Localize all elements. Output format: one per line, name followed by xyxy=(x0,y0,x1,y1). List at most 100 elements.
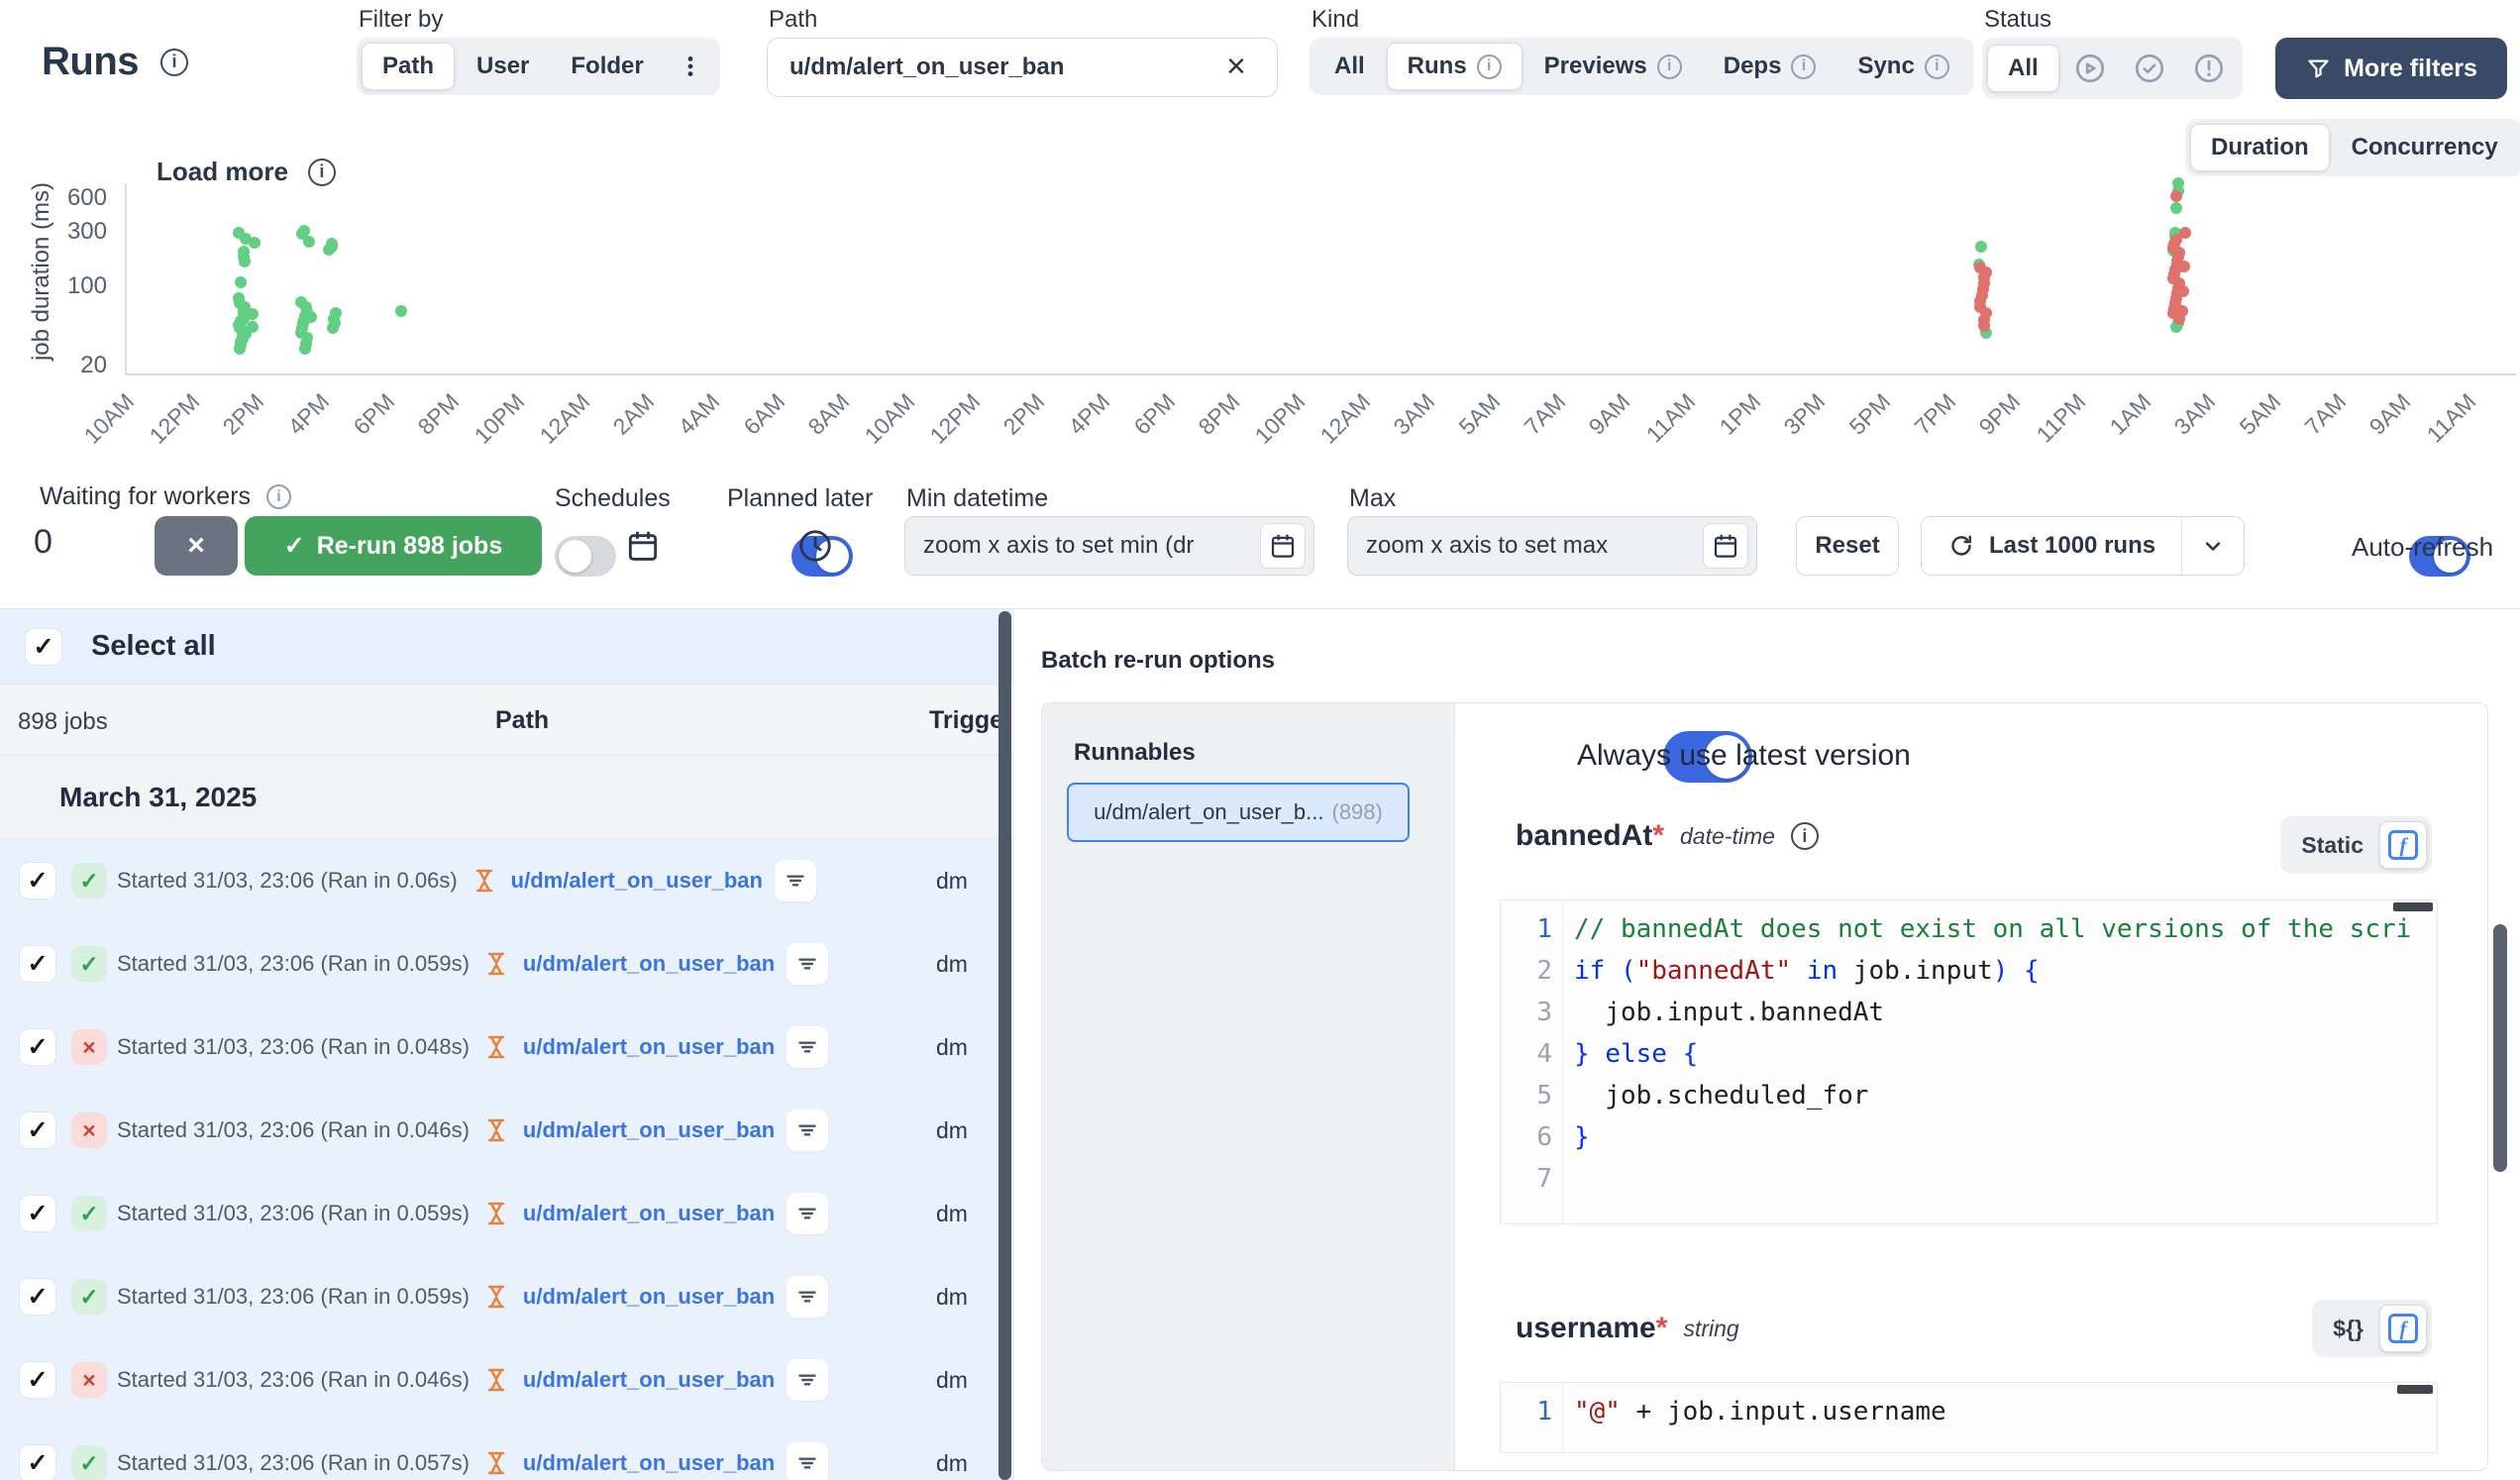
status-badge-failure: × xyxy=(71,1362,107,1398)
run-dot-failure[interactable] xyxy=(2178,261,2190,272)
run-dot-failure[interactable] xyxy=(1978,320,1990,332)
check-icon: ✓ xyxy=(284,531,305,561)
job-row[interactable]: ✓Started 31/03, 23:06 (Ran in 0.057s)u/d… xyxy=(0,1422,998,1480)
run-path-link[interactable]: u/dm/alert_on_user_ban xyxy=(523,1117,775,1143)
run-dot-success[interactable] xyxy=(299,343,311,355)
run-dot-success[interactable] xyxy=(303,236,315,248)
run-dot-failure[interactable] xyxy=(2176,305,2188,317)
run-dot-success[interactable] xyxy=(247,308,259,320)
trigger-value: dm xyxy=(936,1422,968,1480)
runs-range-dropdown[interactable] xyxy=(2182,517,2244,575)
x-tick-label: 2PM xyxy=(195,388,270,464)
run-path-link[interactable]: u/dm/alert_on_user_ban xyxy=(523,1450,775,1476)
filter-by-path-chip[interactable] xyxy=(787,1359,828,1401)
filter-by-path-chip[interactable] xyxy=(787,1193,828,1234)
run-dot-success[interactable] xyxy=(395,305,407,317)
run-dot-success[interactable] xyxy=(2170,202,2182,214)
row-checkbox[interactable] xyxy=(20,863,55,899)
editor-hscroll-thumb[interactable] xyxy=(2393,902,2433,911)
run-dot-failure[interactable] xyxy=(2170,190,2182,202)
max-datetime-label: Max xyxy=(1349,484,1396,513)
job-list-header: 898 jobs Path Trigger xyxy=(0,684,1014,756)
mode-javascript-option[interactable]: f xyxy=(2379,1305,2427,1352)
max-datetime-input[interactable] xyxy=(1347,516,1757,576)
job-row[interactable]: ×Started 31/03, 23:06 (Ran in 0.048s)u/d… xyxy=(0,1005,998,1089)
run-dot-success[interactable] xyxy=(323,244,335,256)
run-started-text: Started 31/03, 23:06 (Ran in 0.059s) xyxy=(117,1284,470,1310)
run-dot-success[interactable] xyxy=(235,276,247,288)
x-tick-label: 12PM xyxy=(910,388,986,464)
x-tick-label: 11AM xyxy=(2406,388,2481,464)
select-all-bar: Select all xyxy=(0,609,1014,684)
job-row[interactable]: ×Started 31/03, 23:06 (Ran in 0.046s)u/d… xyxy=(0,1089,998,1172)
filter-by-path-chip[interactable] xyxy=(787,943,828,985)
hourglass-icon xyxy=(481,1115,511,1145)
row-checkbox[interactable] xyxy=(20,1112,55,1148)
mode-template-option[interactable]: ${} xyxy=(2317,1316,2379,1342)
run-path-link[interactable]: u/dm/alert_on_user_ban xyxy=(523,951,775,977)
bannedat-code-editor[interactable]: 1234567 // bannedAt does not exist on al… xyxy=(1500,899,2438,1224)
filter-by-path-chip[interactable] xyxy=(787,1276,828,1318)
run-path-link[interactable]: u/dm/alert_on_user_ban xyxy=(511,868,763,894)
run-dot-failure[interactable] xyxy=(2177,285,2189,297)
select-all-checkbox[interactable] xyxy=(26,629,61,665)
filter-by-path-chip[interactable] xyxy=(787,1442,828,1480)
run-path-link[interactable]: u/dm/alert_on_user_ban xyxy=(523,1284,775,1310)
cancel-selection-button[interactable]: × xyxy=(155,516,238,576)
runnable-chip[interactable]: u/dm/alert_on_user_b... (898) xyxy=(1067,783,1410,842)
run-path-link[interactable]: u/dm/alert_on_user_ban xyxy=(523,1367,775,1393)
row-checkbox[interactable] xyxy=(20,1445,55,1480)
run-dot-success[interactable] xyxy=(247,321,259,333)
y-tick-label: 300 xyxy=(42,218,107,246)
x-tick-label: 8AM xyxy=(781,388,856,464)
job-row[interactable]: ×Started 31/03, 23:06 (Ran in 0.046s)u/d… xyxy=(0,1338,998,1422)
reset-button[interactable]: Reset xyxy=(1796,516,1899,576)
waiting-info-icon[interactable] xyxy=(266,484,291,509)
run-dot-success[interactable] xyxy=(239,256,251,267)
field-info-icon[interactable] xyxy=(1791,822,1819,850)
run-started-text: Started 31/03, 23:06 (Ran in 0.059s) xyxy=(117,951,470,977)
job-row[interactable]: ✓Started 31/03, 23:06 (Ran in 0.059s)u/d… xyxy=(0,1172,998,1255)
rerun-jobs-button[interactable]: ✓ Re-run 898 jobs xyxy=(245,516,542,576)
max-datetime-calendar-button[interactable] xyxy=(1703,523,1748,569)
filter-by-path-chip[interactable] xyxy=(787,1110,828,1151)
job-row[interactable]: ✓Started 31/03, 23:06 (Ran in 0.059s)u/d… xyxy=(0,922,998,1005)
x-tick-label: 4PM xyxy=(1040,388,1115,464)
min-datetime-calendar-button[interactable] xyxy=(1260,523,1306,569)
filter-by-path-chip[interactable] xyxy=(775,860,816,901)
run-dot-success[interactable] xyxy=(305,311,317,323)
filter-by-path-chip[interactable] xyxy=(787,1026,828,1068)
code-line: job.input.bannedAt xyxy=(1574,992,2431,1033)
runs-duration-chart[interactable]: job duration (ms) 60030010020 10AM12PM2P… xyxy=(0,0,2520,476)
row-checkbox[interactable] xyxy=(20,1362,55,1398)
select-all-label[interactable]: Select all xyxy=(91,630,216,663)
batch-panel-scrollbar[interactable] xyxy=(2493,924,2507,1172)
run-path-link[interactable]: u/dm/alert_on_user_ban xyxy=(523,1201,775,1226)
x-tick-label: 8PM xyxy=(1171,388,1246,464)
mode-static-option[interactable]: Static xyxy=(2285,832,2379,859)
run-dot-success[interactable] xyxy=(327,322,339,334)
mode-javascript-option[interactable]: f xyxy=(2379,821,2427,869)
row-checkbox[interactable] xyxy=(20,946,55,982)
job-row[interactable]: ✓Started 31/03, 23:06 (Ran in 0.06s)u/dm… xyxy=(0,839,998,922)
min-datetime-input[interactable] xyxy=(904,516,1314,576)
close-icon: × xyxy=(187,529,205,563)
row-checkbox[interactable] xyxy=(20,1029,55,1065)
editor-hscroll-thumb[interactable] xyxy=(2397,1385,2433,1394)
schedules-toggle[interactable] xyxy=(555,536,616,577)
run-dot-success[interactable] xyxy=(249,237,261,249)
run-dot-failure[interactable] xyxy=(2179,227,2191,239)
run-path-link[interactable]: u/dm/alert_on_user_ban xyxy=(523,1034,775,1060)
hourglass-icon xyxy=(481,1448,511,1478)
run-dot-success[interactable] xyxy=(234,343,246,355)
runs-range-main[interactable]: Last 1000 runs xyxy=(1922,517,2181,575)
path-column-header: Path xyxy=(495,706,549,735)
row-checkbox[interactable] xyxy=(20,1196,55,1231)
row-checkbox[interactable] xyxy=(20,1279,55,1315)
username-code-editor[interactable]: 1 "@" + job.input.username xyxy=(1500,1382,2438,1453)
job-row[interactable]: ✓Started 31/03, 23:06 (Ran in 0.059s)u/d… xyxy=(0,1255,998,1338)
run-dot-success[interactable] xyxy=(1975,241,1987,253)
function-icon: f xyxy=(2388,830,2418,860)
job-list-scrollbar[interactable] xyxy=(998,611,1011,1480)
gutter-divider xyxy=(1562,1383,1563,1452)
